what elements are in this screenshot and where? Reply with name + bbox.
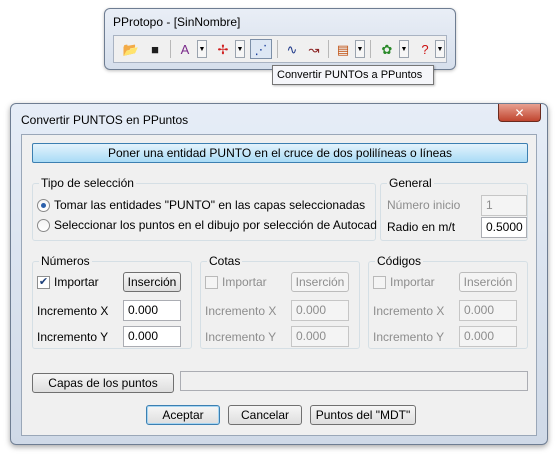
text-style-dropdown[interactable]: ▼ xyxy=(197,40,207,58)
cotas-incremento-x-label: Incremento X xyxy=(205,304,277,318)
group-legend: Números xyxy=(39,254,92,268)
cotas-incremento-x-field: 0.000 xyxy=(291,300,349,321)
toolbar-separator xyxy=(277,40,278,58)
numeros-group: Números ✔ Importar Inserción Incremento … xyxy=(32,254,192,349)
numeros-importar-checkbox[interactable]: ✔ xyxy=(37,276,50,289)
codigos-insercion-button: Inserción xyxy=(459,272,517,292)
save-disk-icon[interactable]: ■ xyxy=(144,39,166,59)
option-tomar-label[interactable]: Tomar las entidades "PUNTO" en las capas… xyxy=(54,198,365,212)
group-legend: Cotas xyxy=(207,254,243,268)
numeros-incremento-y-field[interactable]: 0.000 xyxy=(123,326,181,347)
table-layers-icon[interactable]: ▤ xyxy=(332,39,354,59)
open-folder-icon[interactable]: 📂 xyxy=(120,39,142,59)
point-dropdown[interactable]: ▼ xyxy=(235,40,245,58)
polyline-icon[interactable]: ∿ xyxy=(281,39,303,59)
table-layers-dropdown[interactable]: ▼ xyxy=(355,40,365,58)
dialog-title: Convertir PUNTOS en PPuntos xyxy=(21,113,189,127)
capas-field xyxy=(180,371,528,391)
numeros-incremento-x-field[interactable]: 0.000 xyxy=(123,300,181,321)
cotas-importar-label[interactable]: Importar xyxy=(222,275,267,289)
close-icon: ✕ xyxy=(514,105,525,120)
numero-inicio-field: 1 xyxy=(481,195,527,216)
cotas-incremento-y-label: Incremento Y xyxy=(205,330,277,344)
group-legend: General xyxy=(387,176,434,190)
group-legend: Códigos xyxy=(375,254,424,268)
help-dropdown[interactable]: ▼ xyxy=(435,40,445,58)
capas-button[interactable]: Capas de los puntos xyxy=(32,373,174,393)
numeros-incremento-x-label: Incremento X xyxy=(37,304,109,318)
codigos-incremento-y-field: 0.000 xyxy=(459,326,517,347)
gear-puzzle-icon[interactable]: ✿ xyxy=(376,39,398,59)
puntos-mdt-button[interactable]: Puntos del "MDT" xyxy=(310,405,416,425)
toolbar-window-title: PProtopo - [SinNombre] xyxy=(113,15,241,29)
toolbar: 📂 ■ A ▼ ✢ ▼ ⋰ ∿ ↝ ▤ ▼ ✿ ▼ ? ▼ xyxy=(113,35,447,63)
option-tomar-radio[interactable] xyxy=(37,199,50,212)
toolbar-window: PProtopo - [SinNombre] 📂 ■ A ▼ ✢ ▼ ⋰ ∿ ↝… xyxy=(104,8,456,70)
cross-point-button[interactable]: Poner una entidad PUNTO en el cruce de d… xyxy=(32,143,528,163)
aceptar-button[interactable]: Aceptar xyxy=(146,405,220,425)
numeros-incremento-y-label: Incremento Y xyxy=(37,330,109,344)
point-icon[interactable]: ✢ xyxy=(212,39,234,59)
toolbar-separator xyxy=(370,40,371,58)
radio-label: Radio en m/t xyxy=(387,220,456,234)
tipo-seleccion-group: Tipo de selección Tomar las entidades "P… xyxy=(32,176,377,241)
help-icon[interactable]: ? xyxy=(414,39,436,59)
general-group: General Número inicio 1 Radio en m/t 0.5… xyxy=(380,176,528,241)
tooltip: Convertir PUNTOs a PPuntos xyxy=(272,65,434,85)
dialog-window: Convertir PUNTOS en PPuntos ✕ Poner una … xyxy=(10,103,548,445)
convert-points-icon[interactable]: ⋰ xyxy=(250,39,272,59)
cotas-insercion-button: Inserción xyxy=(291,272,349,292)
close-button[interactable]: ✕ xyxy=(498,104,541,122)
cotas-group: Cotas Importar Inserción Incremento X 0.… xyxy=(200,254,360,349)
codigos-importar-label[interactable]: Importar xyxy=(390,275,435,289)
numeros-insercion-button[interactable]: Inserción xyxy=(123,272,181,292)
cotas-importar-checkbox[interactable] xyxy=(205,276,218,289)
codigos-incremento-x-label: Incremento X xyxy=(373,304,445,318)
codigos-group: Códigos Importar Inserción Incremento X … xyxy=(368,254,528,349)
codigos-incremento-x-field: 0.000 xyxy=(459,300,517,321)
gear-puzzle-dropdown[interactable]: ▼ xyxy=(399,40,409,58)
option-seleccionar-radio[interactable] xyxy=(37,219,50,232)
cotas-incremento-y-field: 0.000 xyxy=(291,326,349,347)
option-seleccionar-label[interactable]: Seleccionar los puntos en el dibujo por … xyxy=(54,218,377,232)
numeros-importar-label[interactable]: Importar xyxy=(54,275,99,289)
text-style-icon[interactable]: A xyxy=(174,39,196,59)
curve-points-icon[interactable]: ↝ xyxy=(303,39,325,59)
cancelar-button[interactable]: Cancelar xyxy=(228,405,302,425)
numero-inicio-label: Número inicio xyxy=(387,198,461,212)
codigos-incremento-y-label: Incremento Y xyxy=(373,330,445,344)
codigos-importar-checkbox[interactable] xyxy=(373,276,386,289)
toolbar-separator xyxy=(328,40,329,58)
check-icon: ✔ xyxy=(38,276,49,288)
toolbar-separator xyxy=(170,40,171,58)
radio-field[interactable]: 0.5000 xyxy=(481,217,527,238)
group-legend: Tipo de selección xyxy=(39,176,136,190)
dialog-client-area: Poner una entidad PUNTO en el cruce de d… xyxy=(21,134,537,436)
